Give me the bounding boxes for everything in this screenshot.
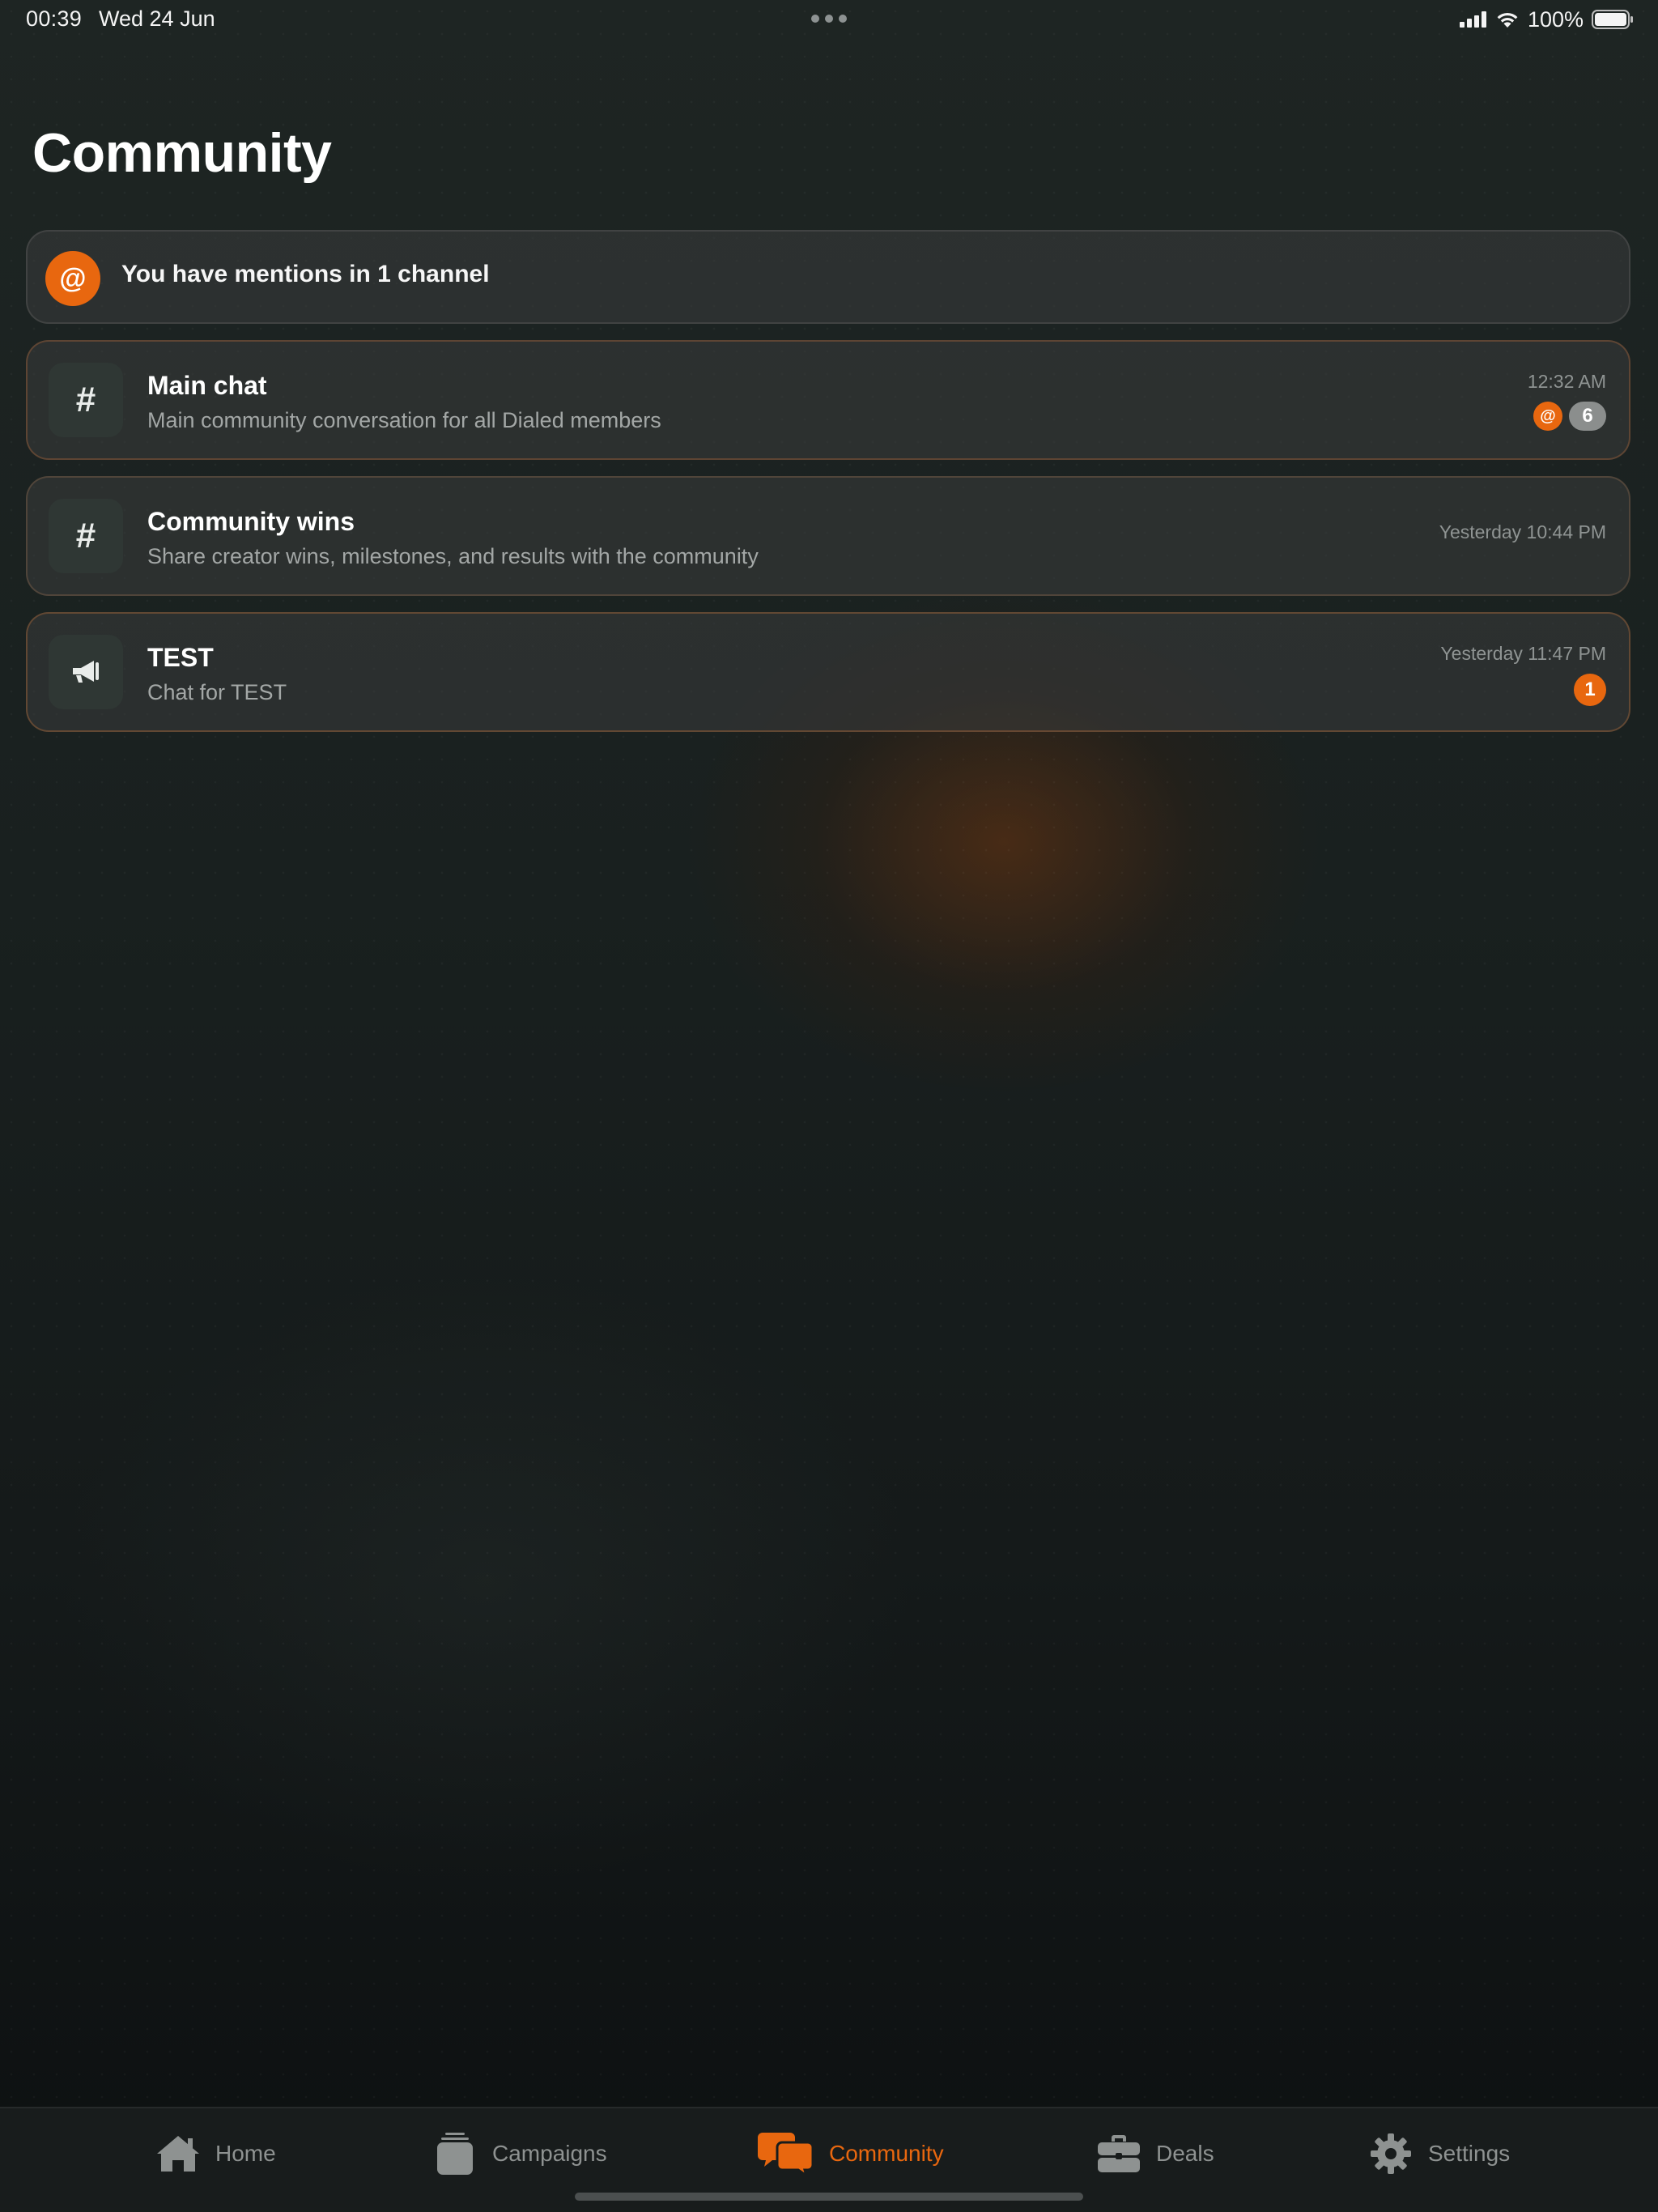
status-bar: 00:39 Wed 24 Jun 100% [0,0,1658,39]
tab-label: Deals [1156,2141,1214,2166]
tab-bar: Home Campaigns Community Deals Settings [0,2107,1658,2212]
channel-timestamp: Yesterday 11:47 PM [1440,643,1606,664]
tab-label: Community [829,2141,944,2166]
unread-count-badge: 6 [1569,402,1606,431]
tab-label: Campaigns [492,2141,607,2166]
chat-bubbles-icon [758,2131,814,2176]
tab-settings[interactable]: Settings [1368,2131,1510,2176]
tab-home[interactable]: Home [155,2131,276,2176]
hashtag-icon: # [49,363,123,437]
tab-deals[interactable]: Deals [1096,2131,1214,2176]
wifi-icon [1497,12,1518,28]
status-time: 00:39 [26,6,83,31]
campaigns-icon [432,2131,478,2176]
channel-badges: @ 6 [1533,402,1606,431]
channel-name: Community wins [147,507,355,536]
multitasking-dots-icon[interactable] [811,15,847,24]
briefcase-icon [1096,2131,1141,2176]
channel-description: Main community conversation for all Dial… [147,408,661,432]
channel-row-main-chat[interactable]: # Main chat Main community conversation … [26,340,1630,460]
channel-timestamp: 12:32 AM [1527,371,1606,392]
channel-name: Main chat [147,371,267,400]
gear-icon [1368,2131,1414,2176]
tab-campaigns[interactable]: Campaigns [432,2131,607,2176]
home-icon [155,2131,201,2176]
status-date: Wed 24 Jun [99,6,215,31]
battery-percentage: 100% [1527,6,1584,32]
status-indicators: 100% [1459,6,1634,32]
channel-row-test[interactable]: TEST Chat for TEST Yesterday 11:47 PM 1 [26,612,1630,732]
cellular-signal-icon [1459,11,1486,28]
tab-label: Home [215,2141,276,2166]
page-title: Community [32,122,332,184]
channel-timestamp: Yesterday 10:44 PM [1439,521,1606,542]
hashtag-icon: # [49,499,123,573]
channel-description: Chat for TEST [147,680,287,704]
channel-row-community-wins[interactable]: # Community wins Share creator wins, mil… [26,476,1630,596]
battery-icon [1592,10,1633,29]
unread-count-badge: 1 [1574,674,1606,706]
tab-community[interactable]: Community [758,2131,944,2176]
channel-description: Share creator wins, milestones, and resu… [147,544,759,568]
channel-badges: 1 [1574,674,1606,706]
mention-badge: @ [1533,402,1562,431]
mentions-banner-text: You have mentions in 1 channel [121,261,490,287]
mention-at-icon: @ [45,251,100,306]
home-indicator[interactable] [575,2193,1083,2201]
megaphone-icon [49,635,123,709]
mentions-banner[interactable]: @ You have mentions in 1 channel [26,230,1630,324]
channel-name: TEST [147,643,214,672]
tab-label: Settings [1428,2141,1511,2166]
